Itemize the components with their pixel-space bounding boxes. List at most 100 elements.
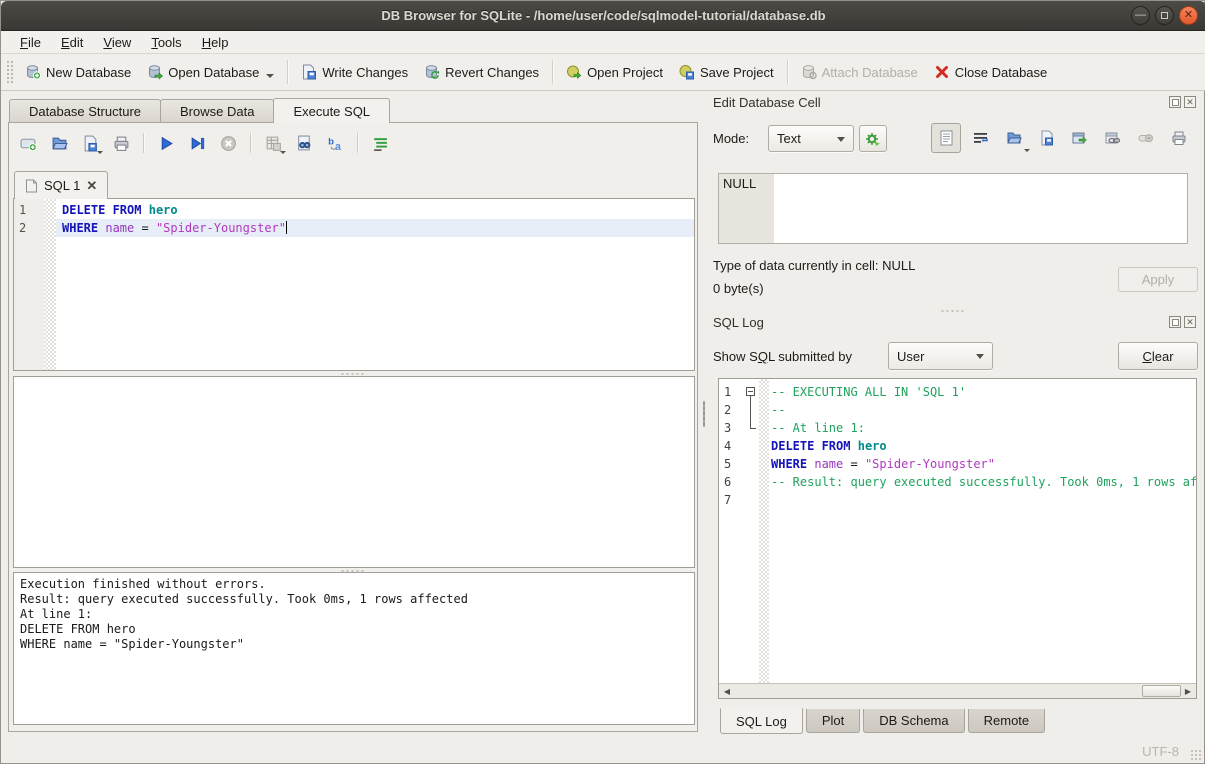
save-dropdown-icon bbox=[97, 151, 103, 154]
menu-help[interactable]: Help bbox=[193, 33, 238, 52]
execute-line-button[interactable] bbox=[188, 134, 206, 152]
dock-close-icon[interactable]: ✕ bbox=[1184, 96, 1196, 108]
save-project-label: Save Project bbox=[700, 65, 774, 80]
print-cell-button[interactable] bbox=[1167, 126, 1191, 150]
format-sql-button[interactable] bbox=[371, 134, 389, 152]
database-new-icon bbox=[25, 64, 41, 80]
stop-execution-button bbox=[219, 134, 237, 152]
scroll-left-icon[interactable]: ◀ bbox=[719, 684, 735, 698]
export-cell-data-button[interactable] bbox=[1035, 126, 1059, 150]
print-sql-button[interactable] bbox=[112, 134, 130, 152]
toolbar-separator bbox=[287, 60, 288, 84]
tab-database-structure[interactable]: Database Structure bbox=[9, 99, 161, 123]
cell-content: NULL bbox=[719, 174, 774, 243]
execute-all-button[interactable] bbox=[157, 134, 175, 152]
open-database-dropdown-icon[interactable] bbox=[266, 74, 274, 78]
menu-bar: File Edit View Tools Help bbox=[1, 31, 1205, 54]
new-database-label: New Database bbox=[46, 65, 131, 80]
new-database-button[interactable]: New Database bbox=[17, 59, 139, 85]
revert-changes-button[interactable]: Revert Changes bbox=[416, 59, 547, 85]
maximize-icon bbox=[1161, 12, 1168, 19]
copy-link-button[interactable] bbox=[1101, 126, 1125, 150]
editor-text-area[interactable]: DELETE FROM hero WHERE name = "Spider-Yo… bbox=[56, 199, 694, 370]
sql-log-view[interactable]: 12 34 56 7 -- EXECUTING ALL IN 'SQL 1' -… bbox=[718, 378, 1197, 699]
import-dropdown-icon bbox=[1024, 149, 1030, 152]
database-open-icon bbox=[147, 64, 163, 80]
execution-status-area: Execution finished without errors.Result… bbox=[13, 572, 695, 725]
mode-value: Text bbox=[777, 131, 801, 146]
tab-execute-sql[interactable]: Execute SQL bbox=[273, 98, 390, 123]
scrollbar-thumb[interactable] bbox=[1142, 685, 1181, 697]
open-project-button[interactable]: Open Project bbox=[558, 59, 671, 85]
open-sql-file-button[interactable] bbox=[50, 134, 68, 152]
minimize-button[interactable]: — bbox=[1131, 6, 1150, 25]
save-file-icon bbox=[1039, 130, 1055, 146]
tab-plot[interactable]: Plot bbox=[806, 709, 860, 733]
fold-collapse-icon[interactable] bbox=[746, 387, 755, 396]
word-wrap-button[interactable] bbox=[969, 126, 993, 150]
log-filter-value: User bbox=[897, 349, 924, 364]
find-button[interactable] bbox=[295, 134, 313, 152]
text-mode-toggle[interactable] bbox=[931, 123, 961, 153]
open-database-label: Open Database bbox=[168, 65, 259, 80]
replace-button[interactable]: b a bbox=[326, 134, 344, 152]
log-fold-margin bbox=[743, 379, 759, 684]
tab-db-schema[interactable]: DB Schema bbox=[863, 709, 964, 733]
sql1-tab-label: SQL 1 bbox=[44, 178, 80, 193]
execute-sql-pane: b a SQL 1 ✕ 1 2 DELETE FROM hero WHERE n… bbox=[8, 122, 698, 732]
log-filter-combobox[interactable]: User bbox=[888, 342, 993, 370]
open-project-label: Open Project bbox=[587, 65, 663, 80]
open-in-external-button[interactable] bbox=[1068, 126, 1092, 150]
menu-edit[interactable]: Edit bbox=[52, 33, 92, 52]
dock-float-icon[interactable] bbox=[1169, 316, 1181, 328]
window-arrow-icon bbox=[1072, 130, 1088, 146]
cell-size-info: 0 byte(s) bbox=[713, 281, 764, 296]
toolbar-drag-handle[interactable] bbox=[6, 60, 14, 84]
tab-remote[interactable]: Remote bbox=[968, 709, 1046, 733]
dock-close-icon[interactable]: ✕ bbox=[1184, 316, 1196, 328]
close-button[interactable]: ✕ bbox=[1179, 6, 1198, 25]
title-bar[interactable]: DB Browser for SQLite - /home/user/code/… bbox=[1, 1, 1205, 31]
editor-line-numbers: 1 2 bbox=[14, 199, 44, 370]
close-database-button[interactable]: Close Database bbox=[926, 59, 1056, 85]
tab-sql-log[interactable]: SQL Log bbox=[720, 708, 803, 734]
open-database-button[interactable]: Open Database bbox=[139, 59, 282, 85]
save-project-button[interactable]: Save Project bbox=[671, 59, 782, 85]
encoding-indicator[interactable]: UTF-8 bbox=[1142, 744, 1179, 759]
sql1-tab[interactable]: SQL 1 ✕ bbox=[14, 171, 108, 199]
cell-type-info: Type of data currently in cell: NULL bbox=[713, 258, 915, 273]
close-database-icon bbox=[934, 64, 950, 80]
tab-browse-data[interactable]: Browse Data bbox=[160, 99, 274, 123]
write-changes-button[interactable]: Write Changes bbox=[293, 59, 416, 85]
resize-grip[interactable] bbox=[1190, 749, 1202, 761]
menu-file[interactable]: File bbox=[11, 33, 50, 52]
clear-log-button[interactable]: Clear bbox=[1118, 342, 1198, 370]
link-icon bbox=[1105, 130, 1121, 146]
dock-float-icon[interactable] bbox=[1169, 96, 1181, 108]
mode-label: Mode: bbox=[713, 131, 749, 146]
results-grid bbox=[13, 376, 695, 568]
mode-combobox[interactable]: Text bbox=[768, 125, 854, 152]
scroll-right-icon[interactable]: ▶ bbox=[1180, 684, 1196, 698]
editor-margin bbox=[44, 199, 56, 370]
auto-apply-button[interactable] bbox=[859, 125, 887, 152]
save-sql-file-button[interactable] bbox=[81, 134, 99, 152]
revert-changes-icon bbox=[424, 64, 440, 80]
sql1-tab-close-icon[interactable]: ✕ bbox=[86, 178, 97, 194]
write-changes-icon bbox=[301, 64, 317, 80]
new-sql-tab-button[interactable] bbox=[19, 134, 37, 152]
import-cell-data-button[interactable] bbox=[1002, 126, 1026, 150]
menu-view[interactable]: View bbox=[94, 33, 140, 52]
sql-file-icon bbox=[25, 179, 38, 193]
sql-code-editor[interactable]: 1 2 DELETE FROM hero WHERE name = "Spide… bbox=[13, 198, 695, 371]
main-tab-bar: Database Structure Browse Data Execute S… bbox=[9, 98, 389, 123]
log-horizontal-scrollbar[interactable]: ◀ ▶ bbox=[719, 683, 1196, 698]
save-results-button bbox=[264, 134, 282, 152]
cell-editor[interactable]: NULL bbox=[718, 173, 1188, 244]
word-wrap-icon bbox=[973, 130, 989, 146]
save-results-dropdown-icon bbox=[280, 151, 286, 154]
menu-tools[interactable]: Tools bbox=[142, 33, 190, 52]
maximize-button[interactable] bbox=[1155, 6, 1174, 25]
chevron-down-icon bbox=[976, 354, 984, 359]
attach-database-label: Attach Database bbox=[822, 65, 918, 80]
